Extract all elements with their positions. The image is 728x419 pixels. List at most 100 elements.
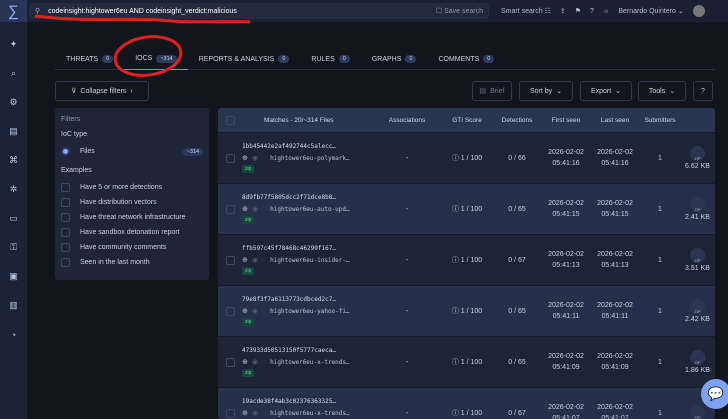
file-type-tag: zip [242, 369, 254, 377]
table-row[interactable]: 19acde38f4ab3c02376363325… ⊕◉◌hightower6… [218, 387, 715, 419]
file-type-label: ZIP [694, 309, 700, 314]
filter-option[interactable]: Have 5 or more detections [61, 180, 203, 195]
table-row[interactable]: 473933d50513150f5777caeca… ⊕◉◌hightower6… [218, 336, 715, 387]
tab-reports[interactable]: REPORTS & ANALYSIS0 [188, 48, 301, 70]
globe-icon: ⊕ [242, 205, 248, 213]
file-hash[interactable]: ffb597c45f78468c46299f167… [242, 245, 372, 252]
help-button[interactable]: ? [693, 81, 713, 101]
collapse-filters-button[interactable]: ⊽Collapse filters‹ [55, 81, 149, 101]
filter-checkbox[interactable] [61, 183, 70, 192]
filter-checkbox[interactable] [61, 228, 70, 237]
smart-search-button[interactable]: Smart search ☷ [501, 7, 551, 15]
gti-score: 1 / 100 [461, 206, 482, 213]
export-button[interactable]: Export⌄ [580, 81, 632, 101]
row-checkbox[interactable] [226, 154, 235, 163]
search-icon[interactable]: ⌕ [11, 59, 16, 88]
tab-label: REPORTS & ANALYSIS [199, 56, 275, 63]
table-row[interactable]: 8d9fb77f5805dcc2f71dce8b8… ⊕◉◌hightower6… [218, 183, 715, 234]
row-checkbox[interactable] [226, 409, 235, 418]
card-icon[interactable]: ▥ [9, 291, 18, 320]
shield-icon: ◌ [262, 257, 266, 264]
file-hash[interactable]: 79e8f3f7a6113773cdbced2c7… [242, 296, 372, 303]
ai-icon[interactable]: ✦ [10, 30, 18, 59]
associations: - [372, 206, 442, 213]
filter-option[interactable]: Have threat network infrastructure [61, 210, 203, 225]
tab-comments[interactable]: COMMENTS0 [427, 48, 505, 70]
filter-label: Have sandbox detonation report [80, 229, 180, 236]
select-all-checkbox[interactable] [226, 116, 235, 125]
tools-button[interactable]: Tools⌄ [638, 81, 686, 101]
tab-rules[interactable]: RULES0 [300, 48, 360, 70]
malware-icon[interactable]: ✲ [10, 175, 18, 204]
threat-icon[interactable]: ⚙ [9, 88, 17, 117]
tab-count: 0 [483, 55, 494, 63]
search-query[interactable]: codeinsight:hightower6eu AND codeinsight… [48, 8, 436, 15]
filter-label: Seen in the last month [80, 259, 150, 266]
report-icon[interactable]: ▤ [9, 117, 18, 146]
header-submitters[interactable]: Submitters [640, 117, 680, 124]
chat-button[interactable]: 💬 [701, 379, 728, 409]
table-row[interactable]: ffb597c45f78468c46299f167… ⊕◉◌hightower6… [218, 234, 715, 285]
file-hash[interactable]: 473933d50513150f5777caeca… [242, 347, 372, 354]
user-menu[interactable]: Bernardo Quintero ⌄ [618, 7, 683, 15]
globe-icon: ⊕ [242, 154, 248, 162]
help-icon[interactable]: ? [590, 8, 594, 15]
brief-button[interactable]: ▤Brief [472, 81, 512, 101]
detections: 0 / 65 [492, 359, 542, 366]
radio-selected[interactable] [61, 147, 70, 156]
header-associations[interactable]: Associations [372, 117, 442, 124]
file-name: hightower6eu-yahoo-fi… [270, 308, 349, 315]
header-detections[interactable]: Detections [492, 117, 542, 124]
tab-threats[interactable]: THREATS0 [55, 48, 124, 70]
sort-by-button[interactable]: Sort by⌄ [519, 81, 573, 101]
detections: 0 / 67 [492, 257, 542, 264]
file-type-label: ZIP [694, 258, 700, 263]
file-hash[interactable]: 1bb45442e2af492744c5alecc… [242, 143, 372, 150]
last-seen-date: 2026-02-02 [590, 249, 640, 260]
key-icon[interactable]: ⚿ [10, 233, 17, 262]
theme-icon[interactable]: ☼ [603, 8, 609, 15]
gti-score: 1 / 100 [461, 257, 482, 264]
filter-option[interactable]: Have distribution vectors [61, 195, 203, 210]
filter-checkbox[interactable] [61, 243, 70, 252]
row-checkbox[interactable] [226, 256, 235, 265]
gti-score: 1 / 100 [461, 410, 482, 417]
submitters: 1 [640, 155, 680, 162]
save-search-button[interactable]: ☐ Save search [436, 7, 483, 15]
feed-icon[interactable]: ▭ [9, 204, 18, 233]
filter-option[interactable]: Seen in the last month [61, 255, 203, 270]
file-size: 1.86 KB [680, 367, 715, 374]
row-checkbox[interactable] [226, 307, 235, 316]
row-checkbox[interactable] [226, 358, 235, 367]
file-hash[interactable]: 8d9fb77f5805dcc2f71dce8b8… [242, 194, 372, 201]
table-row[interactable]: 1bb45442e2af492744c5alecc… ⊕◉◌hightower6… [218, 132, 715, 183]
zip-file-icon: ZIP [690, 146, 705, 161]
tab-iocs[interactable]: IOCS~314 [124, 48, 188, 70]
filter-option[interactable]: Have community comments [61, 240, 203, 255]
search-input[interactable]: ⚲ codeinsight:hightower6eu AND codeinsig… [29, 3, 489, 19]
shield-icon: ◌ [262, 308, 266, 315]
filter-checkbox[interactable] [61, 213, 70, 222]
filter-option[interactable]: Have sandbox detonation report [61, 225, 203, 240]
avatar[interactable] [693, 5, 705, 17]
filter-checkbox[interactable] [61, 198, 70, 207]
monitor-icon[interactable]: ▣ [9, 262, 18, 291]
settings-icon[interactable]: ◔ [11, 320, 16, 349]
header-first-seen[interactable]: First seen [542, 115, 590, 126]
tab-graphs[interactable]: GRAPHS0 [361, 48, 428, 70]
tab-label: THREATS [66, 56, 98, 63]
globe-icon: ⊕ [242, 256, 248, 264]
table-row[interactable]: 79e8f3f7a6113773cdbced2c7… ⊕◉◌hightower6… [218, 285, 715, 336]
filter-checkbox[interactable] [61, 258, 70, 267]
header-gti[interactable]: GTI Score [442, 117, 492, 124]
graph-icon[interactable]: ⌘ [9, 146, 18, 175]
row-checkbox[interactable] [226, 205, 235, 214]
upload-icon[interactable]: ⇪ [560, 7, 566, 15]
shield-icon: ◌ [262, 410, 266, 417]
header-last-seen[interactable]: Last seen [590, 115, 640, 126]
files-radio[interactable]: Files~314 [61, 144, 203, 159]
notifications-icon[interactable]: ⚑ [575, 7, 581, 15]
tab-label: GRAPHS [372, 56, 402, 63]
file-hash[interactable]: 19acde38f4ab3c02376363325… [242, 398, 372, 405]
logo-icon[interactable]: ∑ [0, 0, 27, 22]
